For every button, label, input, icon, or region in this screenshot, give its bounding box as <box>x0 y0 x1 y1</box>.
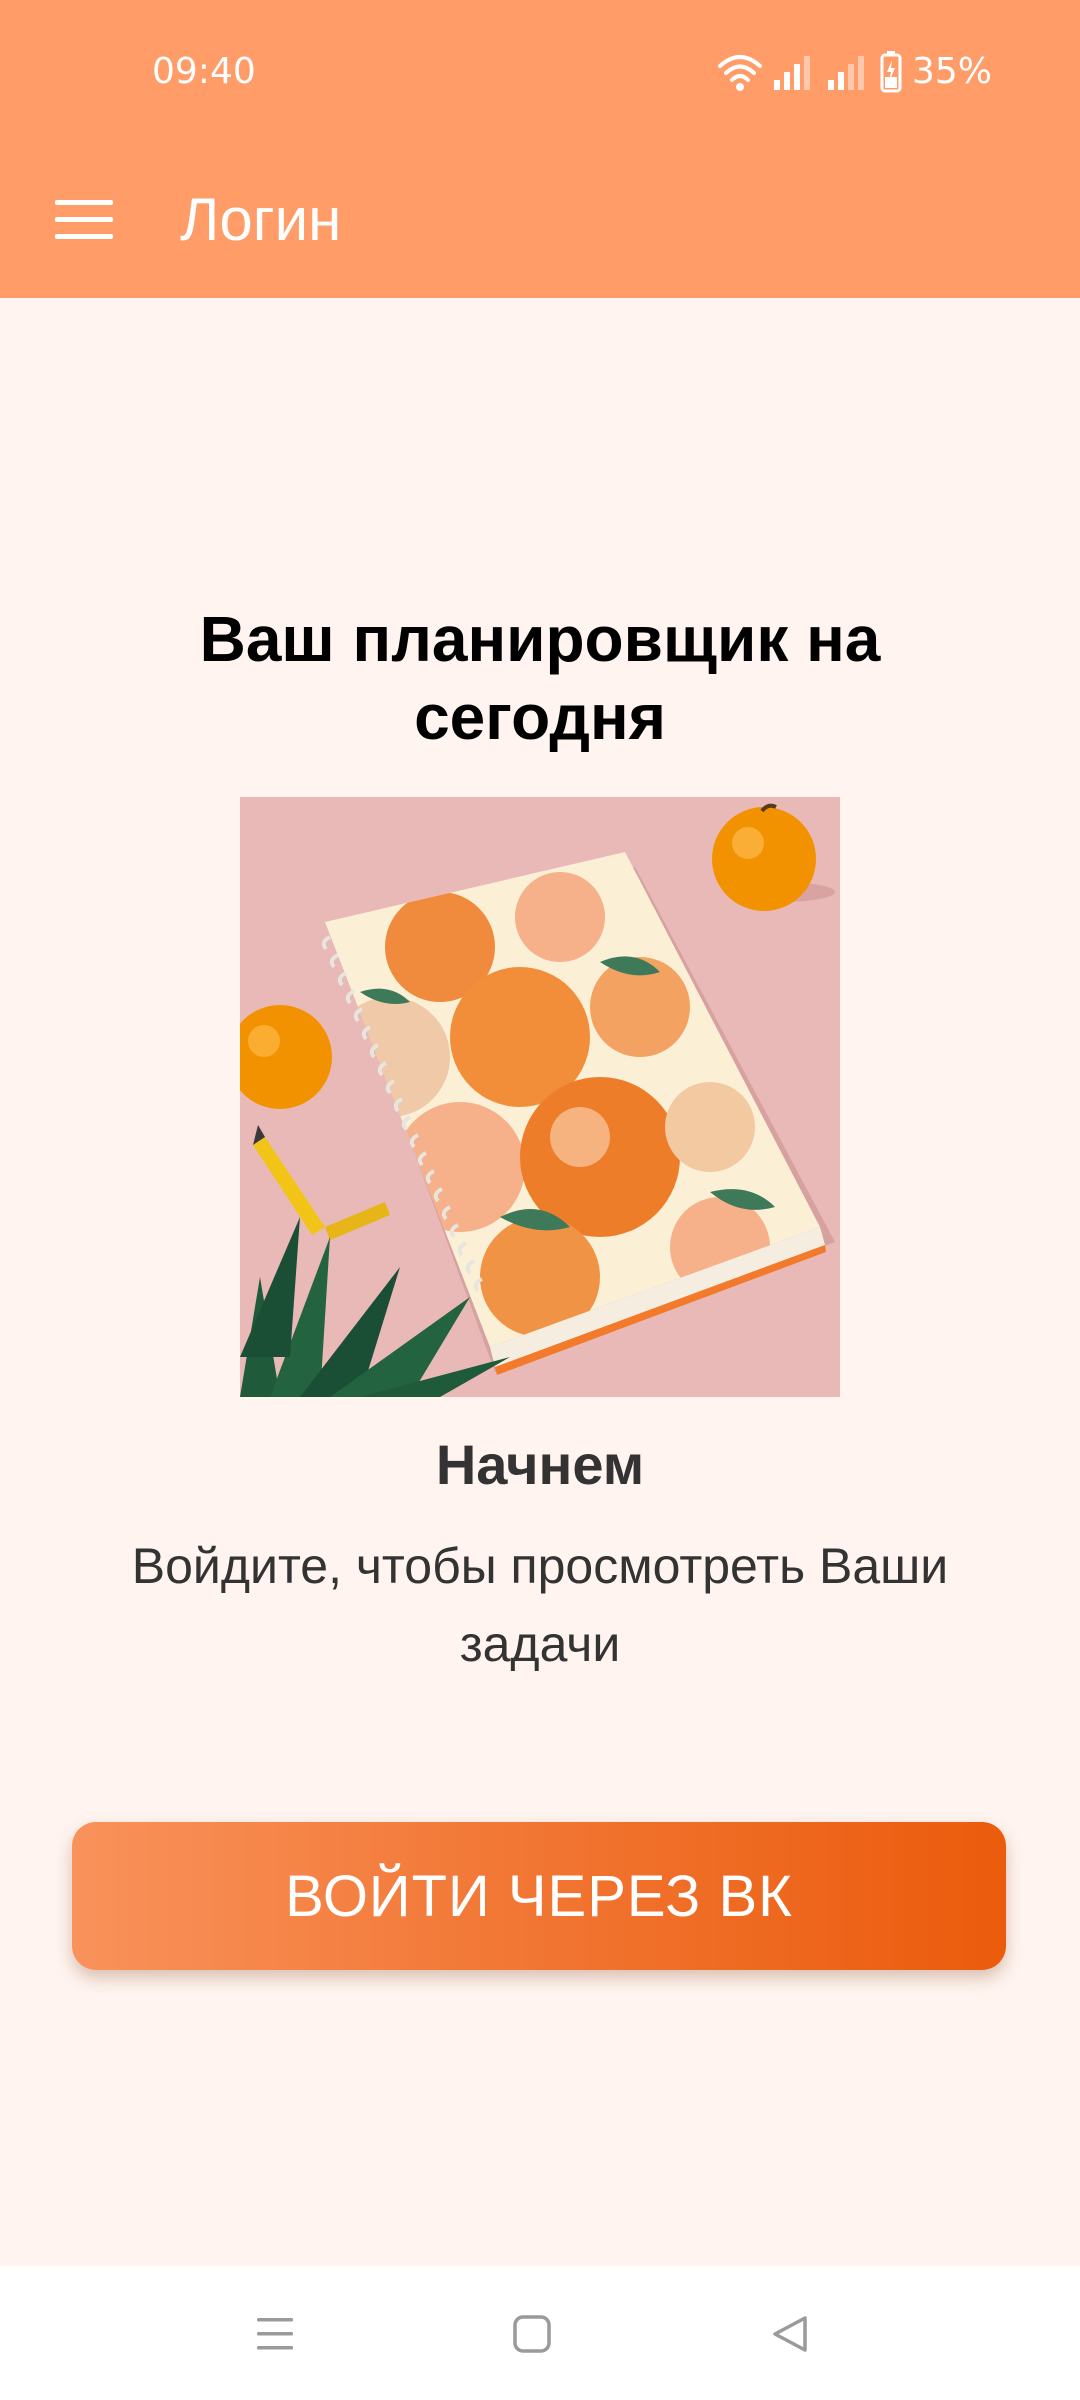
menu-button[interactable] <box>40 178 128 266</box>
section-subtitle: Начнем <box>435 1433 645 1496</box>
app-bar: Логин <box>0 140 1080 298</box>
status-bar: 09:40 35% <box>0 0 1080 140</box>
login-vk-button-label: ВОЙТИ ЧЕРЕЗ ВК <box>285 1863 793 1929</box>
app-title: Логин <box>180 186 342 253</box>
login-description: Войдите, чтобы просмотреть Ваши задачи <box>131 1538 949 1672</box>
status-icons: 35% <box>717 48 992 96</box>
battery-percent: 35% <box>911 51 992 92</box>
home-icon <box>512 2314 552 2359</box>
signal-icon <box>772 52 816 92</box>
hamburger-menu-icon <box>55 198 113 247</box>
status-time: 09:40 <box>152 51 256 92</box>
login-vk-button[interactable]: ВОЙТИ ЧЕРЕЗ ВК <box>72 1822 1006 1970</box>
system-nav-bar <box>0 2266 1080 2400</box>
battery-charging-icon <box>880 51 902 93</box>
home-button[interactable] <box>482 2286 582 2386</box>
recent-apps-button[interactable] <box>225 2286 325 2386</box>
top-bar: 09:40 35% Логин <box>0 0 1080 298</box>
wifi-icon <box>717 52 762 92</box>
back-button[interactable] <box>740 2286 840 2386</box>
notebook-illustration <box>240 797 840 1397</box>
recent-apps-icon <box>255 2316 295 2357</box>
signal-icon <box>826 52 870 92</box>
back-icon <box>770 2314 810 2359</box>
page-title: Ваш планировщик на сегодня <box>199 603 881 753</box>
